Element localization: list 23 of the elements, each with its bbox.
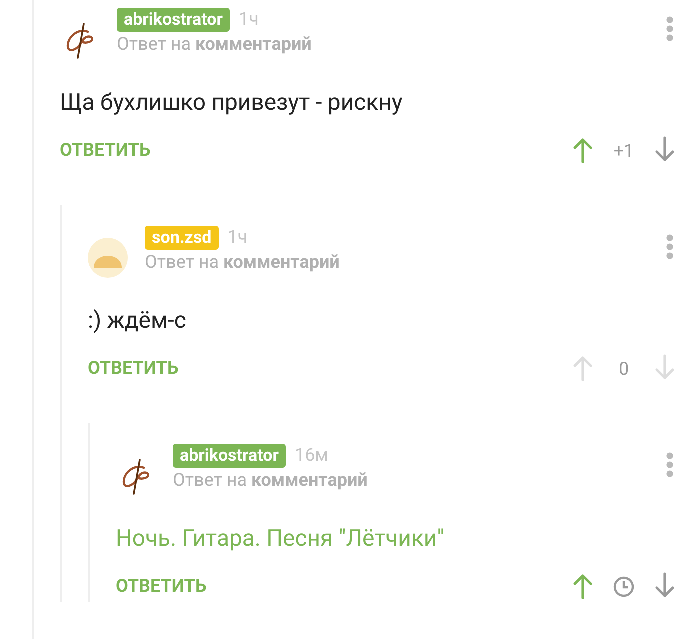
comment-text: Ночь. Гитара. Песня "Лётчики" (116, 524, 446, 554)
avatar-icon (88, 238, 128, 278)
more-menu-icon[interactable] (666, 452, 674, 478)
reply-to-link[interactable]: Ответ на комментарий (117, 32, 312, 58)
reply-button[interactable]: ОТВЕТИТЬ (88, 357, 179, 381)
comment-time: 1ч (228, 226, 248, 250)
author-name[interactable]: abrikostrator (173, 444, 286, 468)
reply-button[interactable]: ОТВЕТИТЬ (116, 575, 207, 599)
upvote-icon[interactable] (572, 136, 594, 166)
author-name[interactable]: abrikostrator (117, 8, 230, 32)
vote-score: 0 (618, 358, 630, 382)
reply-button[interactable]: ОТВЕТИТЬ (60, 139, 151, 163)
more-menu-icon[interactable] (666, 234, 674, 260)
author-name[interactable]: son.zsd (145, 226, 219, 250)
comment-text: :) ждём-с (88, 306, 188, 336)
upvote-icon[interactable] (572, 572, 594, 602)
comment-text: Ща бухлишко привезут - рискну (60, 88, 404, 118)
vote-score: +1 (614, 140, 634, 164)
comment-time: 1ч (238, 8, 259, 32)
reply-to-link[interactable]: Ответ на комментарий (173, 468, 368, 494)
more-menu-icon[interactable] (666, 16, 674, 42)
reply-to-link[interactable]: Ответ на комментарий (145, 250, 340, 276)
comment-time: 16м (294, 444, 329, 468)
